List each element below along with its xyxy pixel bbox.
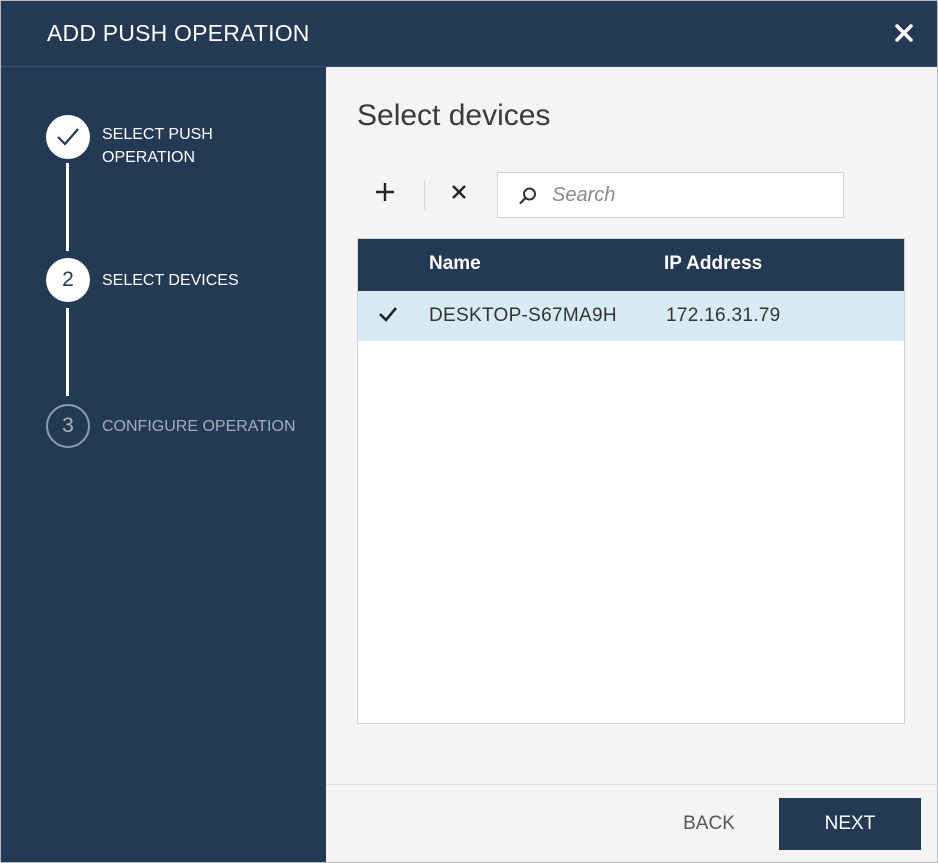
search-input[interactable] bbox=[552, 173, 832, 217]
devices-table: Name IP Address DESKTOP-S67MA9H 172.16.3… bbox=[357, 238, 905, 724]
checkmark-icon bbox=[57, 128, 79, 146]
wizard-steps-sidebar: SELECT PUSH OPERATION 2 SELECT DEVICES 3… bbox=[1, 67, 326, 862]
x-icon bbox=[452, 185, 466, 199]
dialog-title: ADD PUSH OPERATION bbox=[47, 20, 310, 46]
footer-divider bbox=[326, 784, 937, 785]
search-box bbox=[497, 172, 844, 218]
close-icon bbox=[895, 24, 913, 42]
add-push-operation-dialog: ADD PUSH OPERATION SELECT PUSH OPERATION… bbox=[0, 0, 938, 863]
step-number: 3 bbox=[46, 404, 90, 448]
step-number: 2 bbox=[46, 258, 90, 302]
add-device-button[interactable] bbox=[367, 174, 403, 210]
step-label: CONFIGURE OPERATION bbox=[102, 418, 296, 435]
row-checkbox[interactable] bbox=[378, 304, 398, 324]
step-done-indicator bbox=[46, 115, 90, 159]
plus-icon bbox=[376, 183, 394, 201]
dialog-titlebar: ADD PUSH OPERATION bbox=[1, 1, 937, 67]
next-button[interactable]: NEXT bbox=[779, 798, 921, 850]
step-label-line: OPERATION bbox=[102, 149, 196, 166]
step-label-line: SELECT PUSH bbox=[102, 126, 213, 143]
table-header: Name IP Address bbox=[358, 239, 904, 291]
back-button[interactable]: BACK bbox=[661, 798, 757, 850]
page-heading: Select devices bbox=[357, 99, 551, 132]
close-button[interactable] bbox=[891, 20, 917, 46]
device-name-cell: DESKTOP-S67MA9H bbox=[429, 305, 617, 326]
step-select-push-operation: SELECT PUSH OPERATION bbox=[46, 115, 316, 166]
main-content: Select devices Name IP Address bbox=[326, 67, 937, 862]
search-icon bbox=[519, 187, 536, 205]
step-label: SELECT PUSH OPERATION bbox=[102, 123, 213, 169]
ip-address-cell: 172.16.31.79 bbox=[666, 305, 781, 326]
column-header-ip-address[interactable]: IP Address bbox=[664, 253, 762, 275]
checkmark-icon bbox=[379, 307, 397, 322]
step-label: SELECT DEVICES bbox=[102, 272, 239, 289]
toolbar-divider bbox=[424, 180, 425, 210]
step-connector bbox=[66, 163, 69, 251]
step-select-devices: 2 SELECT DEVICES bbox=[46, 258, 316, 304]
remove-device-button[interactable] bbox=[441, 174, 477, 210]
step-configure-operation: 3 CONFIGURE OPERATION bbox=[46, 404, 316, 450]
column-header-name[interactable]: Name bbox=[429, 253, 481, 275]
table-row[interactable]: DESKTOP-S67MA9H 172.16.31.79 bbox=[358, 291, 904, 341]
step-connector bbox=[66, 308, 69, 396]
